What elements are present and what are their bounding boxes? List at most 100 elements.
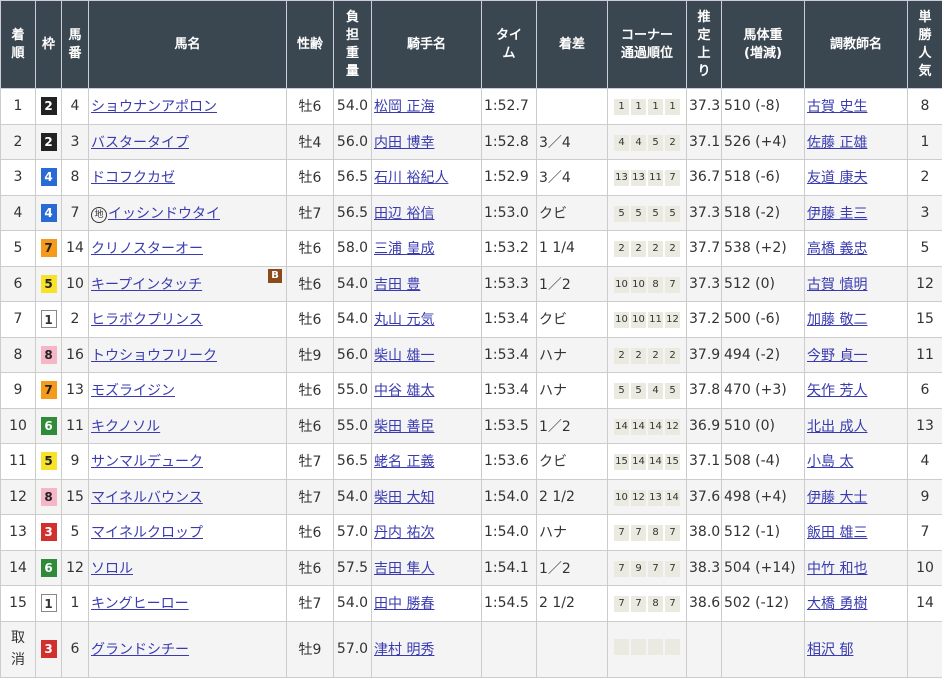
jockey-link[interactable]: 吉田 隼人 [374,561,434,577]
horse-name-cell: ソロル [88,549,287,586]
weight-cell: 54.0 [333,478,372,515]
horse-name-link[interactable]: サンマルデューク [91,454,203,470]
corner-position: 7 [665,596,680,613]
trainer-link[interactable]: 伊藤 大士 [807,490,867,506]
jockey-link[interactable]: 石川 裕紀人 [374,170,448,186]
trainer-link[interactable]: 佐藤 正雄 [807,135,867,151]
weight-cell: 56.5 [333,194,372,231]
trainer-link[interactable]: 友道 康夫 [807,170,867,186]
jockey-link[interactable]: 吉田 豊 [374,277,420,293]
jockey-link[interactable]: 三浦 皇成 [374,241,434,257]
jockey-link[interactable]: 丸山 元気 [374,312,434,328]
jockey-link[interactable]: 柴田 大知 [374,490,434,506]
jockey-link[interactable]: 柴田 善臣 [374,419,434,435]
body-weight-cell: 518 (-2) [721,194,805,231]
corner-cell: 7787 [607,585,687,622]
horse-number-cell: 10 [61,265,89,302]
body-weight-cell: 508 (-4) [721,443,805,480]
sex-age-cell: 牡9 [286,620,334,678]
waku-badge: 4 [40,203,57,222]
corner-position: 1 [648,99,663,116]
body-weight-cell: 512 (0) [721,265,805,302]
horse-name-link[interactable]: ショウナンアポロン [91,99,217,115]
jockey-cell: 三浦 皇成 [371,230,482,267]
trainer-cell: 北出 成人 [804,407,908,444]
jockey-cell: 柴田 善臣 [371,407,482,444]
jockey-link[interactable]: 田中 勝春 [374,596,434,612]
horse-name-link[interactable]: モズライジン [91,383,175,399]
trainer-link[interactable]: 高橋 義忠 [807,241,867,257]
jockey-link[interactable]: 柴山 雄一 [374,348,434,364]
trainer-cell: 伊藤 圭三 [804,194,908,231]
trainer-link[interactable]: 北出 成人 [807,419,867,435]
corner-position: 7 [648,560,663,577]
horse-name-cell: マイネルバウンス [88,478,287,515]
corner-cell: 7787 [607,514,687,551]
table-row: 12 8 15 マイネルバウンス 牡7 54.0 柴田 大知 1:54.0 2 1/2 10 12 1… [0,478,942,515]
popularity-cell: 14 [907,585,942,622]
trainer-link[interactable]: 中竹 和也 [807,561,867,577]
sex-age-cell: 牡6 [286,230,334,267]
jockey-link[interactable]: 津村 明秀 [374,642,434,658]
horse-name-link[interactable]: イッシンドウタイ [108,206,220,222]
horse-name-link[interactable]: マイネルクロップ [91,525,203,541]
corner-position: 10 [614,276,629,293]
jockey-link[interactable]: 松岡 正海 [374,99,434,115]
horse-name-link[interactable]: トウショウフリーク [91,348,217,364]
jockey-link[interactable]: 田辺 裕信 [374,206,434,222]
horse-name-cell: グランドシチー [88,620,287,678]
horse-number-cell: 8 [61,159,89,196]
trainer-link[interactable]: 古賀 慎明 [807,277,867,293]
header-time: タイ ム [481,0,537,89]
horse-name-link[interactable]: ドコフクカゼ [91,170,175,186]
time-cell: 1:53.6 [481,443,537,480]
trainer-cell: 古賀 史生 [804,88,908,125]
horse-name-cell: トウショウフリーク [88,336,287,373]
corner-position: 2 [665,134,680,151]
last-3f-cell: 38.3 [686,549,722,586]
horse-name-link[interactable]: キクノソル [91,419,160,435]
jockey-link[interactable]: 蛯名 正義 [374,454,434,470]
corner-position: 2 [665,241,680,258]
horse-name-link[interactable]: キープインタッチ [91,277,202,293]
trainer-link[interactable]: 大橋 勇樹 [807,596,867,612]
horse-name-link[interactable]: キングヒーロー [91,596,189,612]
corner-position: 10 [631,276,646,293]
horse-number-cell: 3 [61,123,89,160]
horse-name-link[interactable]: バスタータイプ [91,135,189,151]
trainer-link[interactable]: 古賀 史生 [807,99,867,115]
trainer-link[interactable]: 小島 太 [807,454,853,470]
horse-name-link[interactable]: ソロル [91,561,133,577]
horse-name-cell: クリノスターオー [88,230,287,267]
horse-name-link[interactable]: マイネルバウンス [91,490,203,506]
trainer-link[interactable]: 加藤 敬二 [807,312,867,328]
horse-name-link[interactable]: クリノスターオー [91,241,203,257]
horse-name-cell: 地イッシンドウタイ [88,194,287,231]
jockey-link[interactable]: 丹内 祐次 [374,525,434,541]
jockey-cell: 吉田 隼人 [371,549,482,586]
jockey-link[interactable]: 中谷 雄太 [374,383,434,399]
trainer-link[interactable]: 今野 貞一 [807,348,867,364]
corner-position: 15 [614,454,629,471]
time-cell: 1:53.0 [481,194,537,231]
time-cell: 1:54.0 [481,514,537,551]
horse-number-cell: 6 [61,620,89,678]
trainer-link[interactable]: 飯田 雄三 [807,525,867,541]
jockey-link[interactable]: 内田 博幸 [374,135,434,151]
corner-position: 2 [665,347,680,364]
trainer-link[interactable]: 伊藤 圭三 [807,206,867,222]
table-row: 6 5 10 キープインタッチ B 牡6 54.0 吉田 豊 1:53.3 1／2 10 10 8 7 37… [0,265,942,302]
waku-badge: 4 [40,168,57,187]
table-row: 1 2 4 ショウナンアポロン 牡6 54.0 松岡 正海 1:52.7 1 1 1 1 37.3 510… [0,88,942,125]
corner-position: 14 [648,454,663,471]
waku-badge: 1 [40,310,57,329]
trainer-cell: 大橋 勇樹 [804,585,908,622]
last-3f-cell: 37.9 [686,336,722,373]
trainer-link[interactable]: 相沢 郁 [807,642,853,658]
corner-position: 5 [665,383,680,400]
trainer-link[interactable]: 矢作 芳人 [807,383,867,399]
waku-cell: 3 [35,514,62,551]
horse-name-link[interactable]: ヒラボクプリンス [91,312,203,328]
horse-name-link[interactable]: グランドシチー [91,642,189,658]
margin-cell: 1／2 [536,407,608,444]
